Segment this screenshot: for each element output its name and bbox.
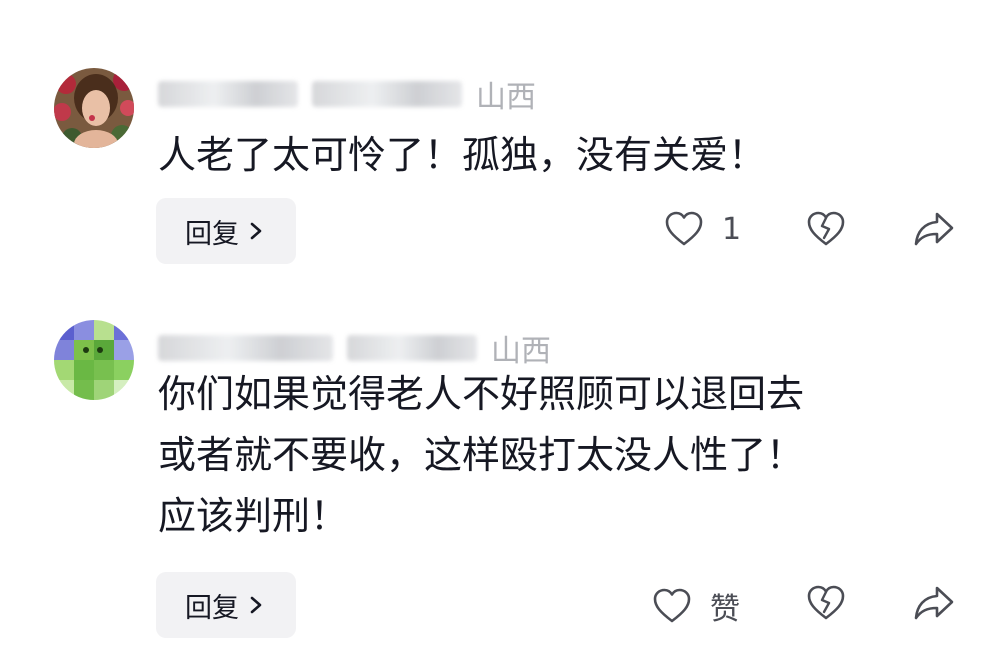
reply-button-label: 回复	[185, 592, 239, 624]
username-blurred[interactable]	[158, 81, 298, 107]
comment-text-line: 你们如果觉得老人不好照顾可以退回去	[158, 372, 805, 416]
share-button[interactable]	[913, 584, 955, 622]
dislike-button[interactable]	[806, 584, 846, 622]
broken-heart-icon	[807, 585, 845, 620]
like-button[interactable]: 1	[664, 210, 741, 248]
comment-text: 你们如果觉得老人不好照顾可以退回去 或者就不要收，这样殴打太没人性了！ 应该判刑…	[158, 364, 804, 547]
share-arrow-icon	[914, 212, 954, 246]
chevron-right-icon	[250, 596, 262, 614]
woman-photo-avatar-icon	[54, 68, 134, 148]
avatar[interactable]	[54, 320, 134, 400]
dislike-button[interactable]	[806, 210, 846, 248]
chevron-right-icon	[250, 222, 262, 240]
comment-text-line: 人老了太可怜了！孤独，没有关爱！	[158, 133, 767, 177]
heart-icon	[665, 211, 703, 246]
timestamp-blurred	[312, 81, 462, 107]
share-arrow-icon	[914, 586, 954, 620]
broken-heart-icon	[807, 211, 845, 246]
comment-location: 山西	[476, 80, 536, 115]
timestamp-blurred	[347, 335, 477, 361]
reply-button[interactable]: 回复	[156, 572, 296, 638]
comment-text-line: 或者就不要收，这样殴打太没人性了！	[158, 433, 805, 477]
like-button[interactable]: 赞	[652, 584, 740, 628]
comment-meta: 山西	[158, 326, 551, 369]
comment-text: 人老了太可怜了！孤独，没有关爱！	[158, 125, 766, 186]
comment-item: 山西 人老了太可怜了！孤独，没有关爱！ 回复 1	[0, 0, 1000, 300]
like-count: 1	[722, 211, 742, 247]
comment-meta: 山西	[158, 72, 536, 115]
heart-icon	[653, 588, 691, 623]
reply-button-label: 回复	[185, 218, 239, 250]
comment-text-line: 应该判刑！	[158, 494, 349, 538]
comment-item: 山西 你们如果觉得老人不好照顾可以退回去 或者就不要收，这样殴打太没人性了！ 应…	[0, 300, 1000, 663]
cactus-cartoon-avatar-icon	[54, 320, 134, 400]
reply-button[interactable]: 回复	[156, 198, 296, 264]
username-blurred[interactable]	[158, 335, 333, 361]
share-button[interactable]	[913, 210, 955, 248]
avatar[interactable]	[54, 68, 134, 148]
like-label: 赞	[710, 592, 740, 627]
